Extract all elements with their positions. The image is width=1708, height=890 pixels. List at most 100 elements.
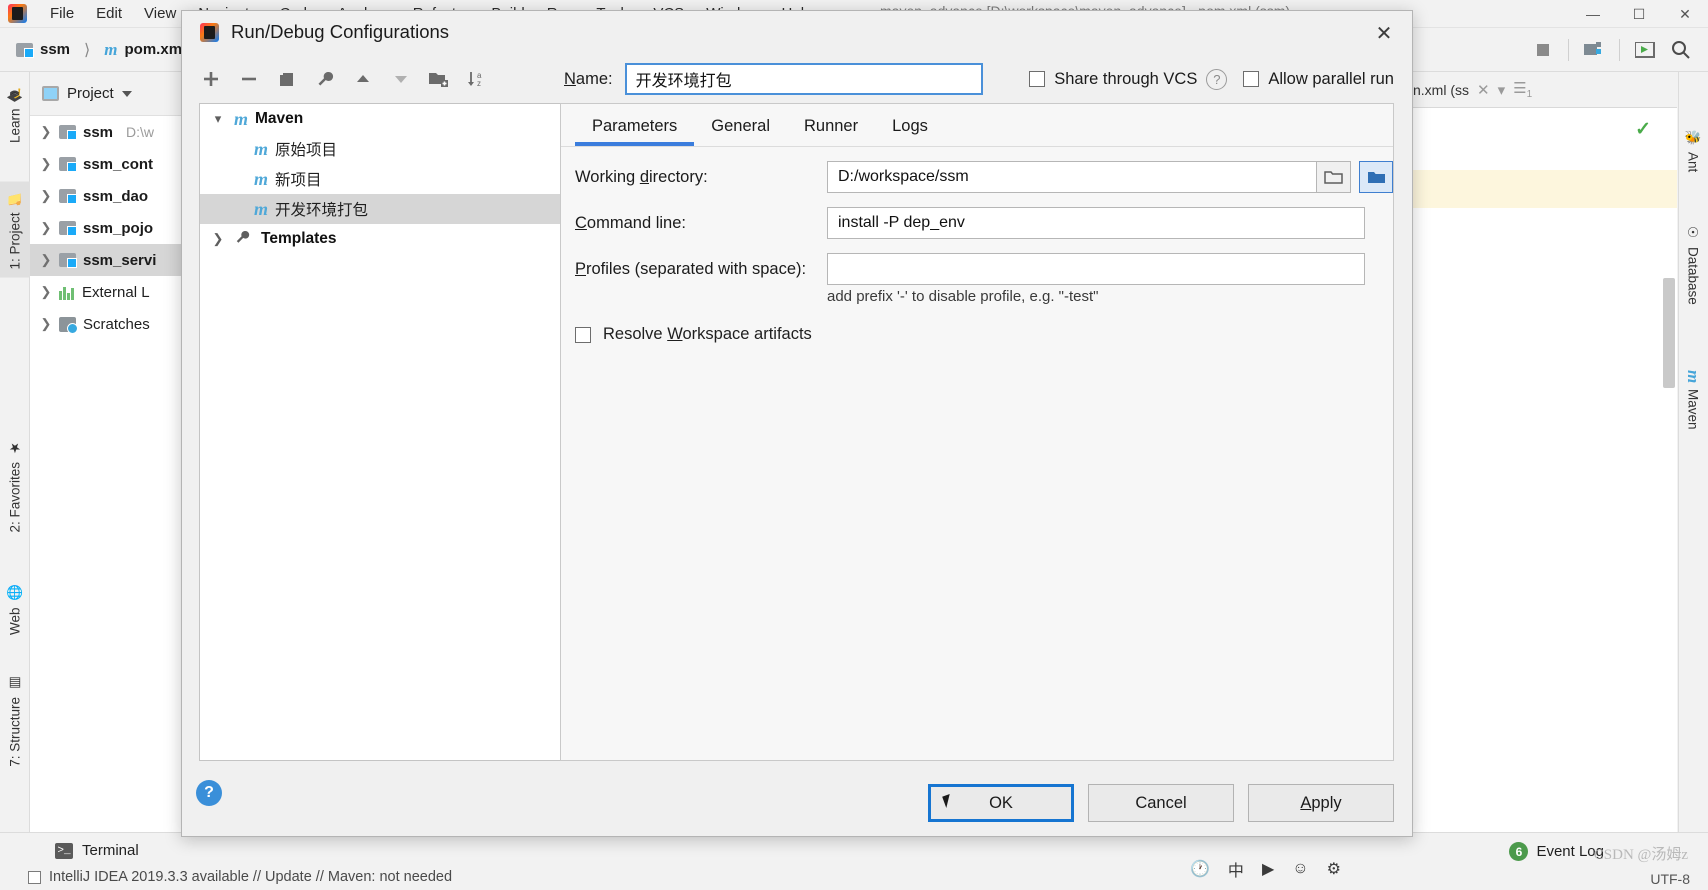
configurations-tree[interactable]: ▾ m Maven m 原始项目 m 新项目 m 开发环境打包 ❯ Templa… — [199, 103, 579, 761]
settings-gear-icon[interactable]: ⚙ — [1327, 859, 1341, 879]
apply-button[interactable]: Apply — [1248, 784, 1394, 822]
chevron-down-icon[interactable]: ▾ — [1498, 81, 1506, 99]
ant-icon: 🐝 — [1686, 130, 1701, 147]
editor-tab-label: n.xml (ss — [1413, 81, 1469, 98]
breadcrumb-project[interactable]: ssm — [40, 41, 70, 58]
encoding-label[interactable]: UTF-8 — [1650, 871, 1690, 887]
chevron-right-icon[interactable]: ❯ — [206, 231, 230, 247]
maven-icon: m — [254, 168, 269, 189]
status-right: UTF-8 — [1650, 871, 1690, 887]
editor-scrollbar[interactable] — [1663, 278, 1675, 388]
project-folder-icon: 📁 — [7, 190, 22, 207]
menu-view[interactable]: View — [133, 3, 187, 24]
add-configuration-button[interactable] — [194, 63, 228, 95]
breadcrumb-file[interactable]: pom.xml — [125, 41, 187, 58]
tab-parameters[interactable]: Parameters — [575, 106, 695, 146]
project-structure-icon[interactable] — [1577, 35, 1611, 65]
right-tab-maven[interactable]: m Maven — [1678, 362, 1708, 438]
tree-node-label: Maven — [255, 110, 304, 127]
breadcrumb[interactable]: ssm ⟩ m pom.xml — [16, 40, 186, 60]
chevron-right-icon[interactable]: ❯ — [40, 284, 52, 300]
clock-icon[interactable]: 🕐 — [1190, 859, 1210, 879]
right-tab-database[interactable]: ☉ Database — [1678, 217, 1708, 313]
chevron-right-icon[interactable]: ❯ — [40, 316, 52, 332]
share-through-vcs-checkbox[interactable]: Share through VCS ? — [1029, 68, 1228, 90]
event-log-button[interactable]: 6 Event Log — [1509, 842, 1604, 861]
name-row: Name: Share through VCS ? Allow parallel… — [564, 59, 1394, 99]
sort-alphabetically-button[interactable]: az — [460, 63, 494, 95]
maximize-button[interactable]: ☐ — [1616, 0, 1662, 28]
help-circle-icon[interactable]: ? — [1206, 68, 1228, 90]
profiles-input[interactable] — [827, 253, 1365, 285]
dialog-close-button[interactable]: ✕ — [1364, 17, 1404, 49]
left-tab-favorites[interactable]: 2: Favorites ★ — [0, 432, 30, 541]
stop-icon[interactable] — [1526, 35, 1560, 65]
left-tab-project[interactable]: 1: Project 📁 — [0, 182, 30, 278]
inspection-ok-icon: ✓ — [1635, 119, 1651, 140]
tab-general[interactable]: General — [694, 106, 787, 146]
tab-list-icon[interactable]: ☰1 — [1513, 79, 1532, 100]
checkbox-icon[interactable] — [1243, 71, 1260, 87]
resolve-workspace-artifacts-checkbox[interactable]: Resolve Workspace artifacts — [561, 325, 1393, 344]
ime-indicator[interactable]: 中 — [1228, 857, 1244, 881]
minimize-button[interactable]: — — [1570, 0, 1616, 28]
checkbox-icon[interactable] — [575, 326, 591, 343]
left-tab-web[interactable]: Web 🌐 — [0, 577, 30, 643]
window-controls: — ☐ ✕ — [1570, 0, 1708, 28]
chevron-right-icon[interactable]: ❯ — [40, 220, 52, 236]
tree-node-new-project[interactable]: m 新项目 — [200, 164, 578, 194]
tree-node-dev-package[interactable]: m 开发环境打包 — [200, 194, 578, 224]
tree-node-label: 开发环境打包 — [275, 202, 369, 219]
chevron-down-icon[interactable] — [121, 90, 132, 97]
library-icon — [59, 285, 75, 300]
chevron-right-icon[interactable]: ❯ — [40, 156, 52, 172]
tree-node-templates[interactable]: ❯ Templates — [200, 224, 578, 254]
toolbar-divider — [1568, 39, 1569, 61]
wrench-icon[interactable] — [308, 63, 342, 95]
right-tool-strip: 🐝 Ant ☉ Database m Maven — [1678, 72, 1708, 832]
tab-runner[interactable]: Runner — [787, 106, 875, 146]
remove-configuration-button[interactable] — [232, 63, 266, 95]
chevron-down-icon[interactable]: ▾ — [206, 111, 230, 127]
checkbox-icon[interactable] — [1029, 71, 1046, 87]
left-tab-structure[interactable]: 7: Structure ▤ — [0, 667, 30, 775]
intellij-logo-icon — [200, 22, 219, 42]
tab-logs[interactable]: Logs — [875, 106, 945, 146]
menu-edit[interactable]: Edit — [85, 3, 133, 24]
dialog-toolbar: az — [182, 57, 562, 101]
move-down-button[interactable] — [384, 63, 418, 95]
help-button[interactable]: ? — [196, 780, 222, 806]
move-up-button[interactable] — [346, 63, 380, 95]
module-directory-button[interactable] — [1359, 161, 1393, 193]
svg-text:z: z — [477, 79, 481, 88]
play-icon[interactable]: ▶ — [1262, 859, 1274, 879]
command-line-input[interactable] — [827, 207, 1365, 239]
chevron-right-icon[interactable]: ❯ — [40, 252, 52, 268]
editor-tab-pom[interactable]: n.xml (ss ✕ — [1413, 81, 1490, 99]
tree-node-original-project[interactable]: m 原始项目 — [200, 134, 578, 164]
close-window-button[interactable]: ✕ — [1662, 0, 1708, 28]
module-folder-icon — [59, 157, 77, 172]
maven-icon: m — [254, 198, 269, 219]
name-input[interactable] — [624, 63, 984, 95]
cancel-button[interactable]: Cancel — [1088, 784, 1234, 822]
tree-node-maven[interactable]: ▾ m Maven — [200, 104, 578, 134]
close-icon[interactable]: ✕ — [1477, 81, 1490, 99]
allow-parallel-run-checkbox[interactable]: Allow parallel run — [1243, 70, 1394, 89]
user-icon[interactable]: ☺ — [1292, 860, 1308, 878]
chevron-right-icon[interactable]: ❯ — [40, 124, 52, 140]
module-folder-icon — [59, 221, 77, 236]
module-folder-icon — [59, 125, 77, 140]
left-tool-strip: Learn 🎓 1: Project 📁 2: Favorites ★ Web … — [0, 72, 30, 832]
working-directory-input[interactable] — [827, 161, 1317, 193]
left-tab-learn[interactable]: Learn 🎓 — [0, 78, 30, 151]
right-tab-ant[interactable]: 🐝 Ant — [1678, 122, 1708, 181]
chevron-right-icon[interactable]: ❯ — [40, 188, 52, 204]
new-folder-button[interactable] — [422, 63, 456, 95]
search-icon[interactable] — [1664, 35, 1698, 65]
run-icon[interactable] — [1628, 35, 1662, 65]
terminal-tool-button[interactable]: >_ Terminal — [55, 842, 139, 859]
copy-configuration-button[interactable] — [270, 63, 304, 95]
browse-folder-button[interactable] — [1317, 161, 1351, 193]
menu-file[interactable]: File — [39, 3, 85, 24]
